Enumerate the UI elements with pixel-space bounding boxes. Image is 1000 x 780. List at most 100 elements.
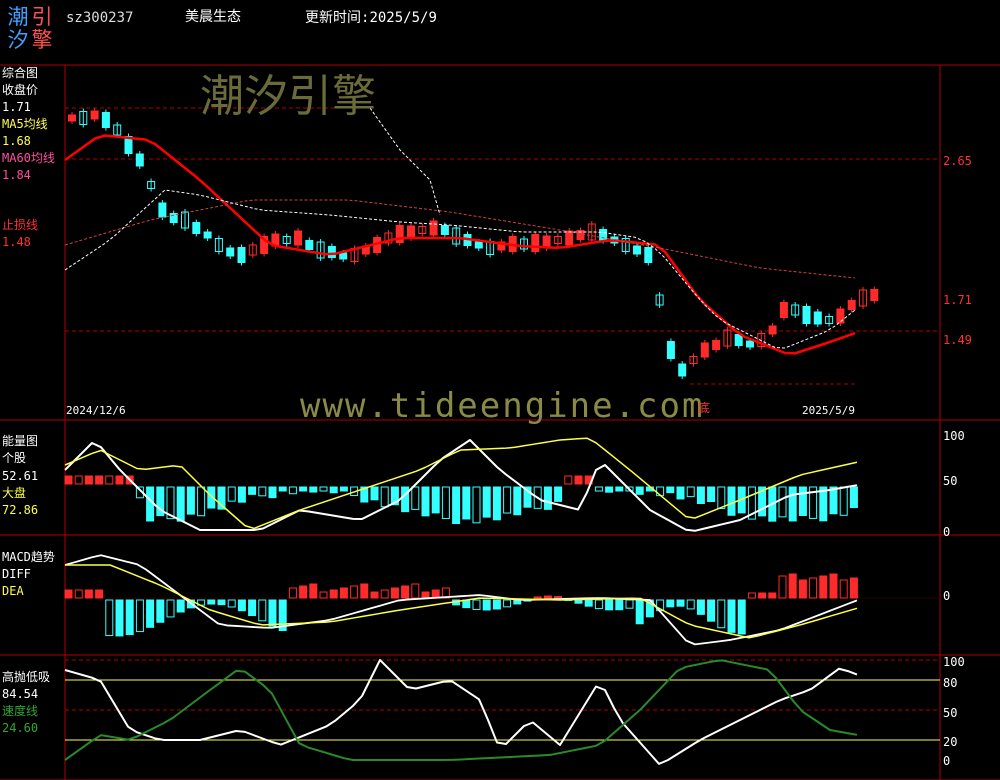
macd-bar	[411, 583, 420, 599]
main-panel-title: 综合图	[2, 66, 39, 80]
energy-bar	[299, 486, 308, 492]
energy-bar	[431, 486, 440, 514]
energy-bar	[462, 486, 471, 520]
energy-bar	[370, 486, 379, 501]
macd-bar	[747, 592, 756, 599]
brand-watermark: 潮汐引擎	[200, 71, 376, 122]
osc-tick: 0	[943, 754, 951, 768]
energy-bar	[186, 486, 195, 515]
energy-bar	[605, 486, 614, 493]
macd-bar	[95, 589, 104, 599]
macd-bar	[849, 577, 858, 599]
macd-bar	[125, 599, 134, 636]
stock-code: sz300237	[66, 10, 134, 26]
market-energy-label: 大盘	[2, 486, 27, 500]
energy-bar	[788, 486, 797, 522]
dea-label: DEA	[2, 584, 24, 598]
macd-bar	[809, 577, 818, 599]
ma60-label: MA60均线	[2, 151, 55, 165]
energy-bar	[176, 486, 185, 522]
macd-bar	[390, 587, 399, 599]
energy-bar	[472, 486, 481, 524]
energy-bar	[839, 486, 848, 516]
stock-name: 美晨生态	[185, 9, 241, 25]
macd-bar	[503, 599, 512, 608]
macd-bar	[166, 599, 175, 618]
macd-panel-title: MACD趋势	[2, 550, 55, 564]
energy-bar	[146, 486, 155, 522]
energy-bar	[441, 486, 450, 519]
macd-bar	[156, 599, 165, 623]
macd-bar	[339, 587, 348, 599]
energy-bar	[829, 486, 838, 515]
macd-bar	[421, 591, 430, 599]
update-date: 2025/5/9	[369, 10, 437, 26]
energy-bar	[452, 486, 461, 525]
macd-bar	[146, 599, 155, 628]
energy-bar	[288, 486, 297, 495]
macd-bar	[778, 575, 787, 599]
ma5-value: 1.68	[2, 134, 31, 148]
date-start: 2024/12/6	[66, 404, 126, 417]
macd-bar	[829, 573, 838, 599]
macd-bar	[605, 599, 614, 611]
speed-label: 速度线	[2, 704, 39, 718]
macd-bar	[288, 587, 297, 599]
macd-bar	[574, 599, 583, 604]
macd-bar	[74, 589, 83, 599]
energy-bar	[248, 486, 257, 495]
macd-bar	[350, 585, 359, 599]
market-energy-value: 72.86	[2, 503, 39, 517]
energy-bar	[543, 486, 552, 510]
macd-bar	[115, 599, 124, 637]
price-tick: 2.65	[943, 154, 972, 168]
macd-bar	[696, 599, 705, 615]
macd-bar	[666, 599, 675, 608]
energy-bar	[686, 486, 695, 498]
macd-bar	[227, 599, 236, 608]
energy-bar	[503, 486, 512, 514]
osc-panel-title: 高抛低吸	[2, 670, 51, 684]
energy-bar	[95, 475, 104, 485]
osc-tick: 100	[943, 655, 965, 669]
stock-energy-value: 52.61	[2, 469, 39, 483]
energy-bar	[339, 486, 348, 492]
osc-line	[64, 659, 858, 765]
macd-bar	[176, 599, 185, 613]
envelope-line	[369, 107, 441, 216]
close-label: 收盘价	[2, 83, 39, 97]
energy-bar	[411, 486, 420, 510]
energy-bar	[278, 486, 287, 492]
macd-bar	[758, 592, 767, 599]
tideengine-logo: 潮引 汐擎	[6, 6, 58, 52]
macd-bar	[737, 599, 746, 635]
energy-bar	[380, 486, 389, 508]
macd-bar	[401, 585, 410, 599]
macd-bar	[554, 596, 563, 599]
energy-bar	[717, 486, 726, 509]
stock-energy-label: 个股	[2, 451, 27, 465]
macd-bar	[819, 575, 828, 599]
macd-bar	[594, 599, 603, 610]
macd-bar	[686, 599, 695, 610]
macd-bar	[584, 599, 593, 607]
energy-panel-title: 能量图	[2, 434, 39, 448]
macd-bar	[370, 591, 379, 599]
macd-bar	[360, 583, 369, 599]
energy-bar	[227, 486, 236, 502]
close-value: 1.71	[2, 100, 31, 114]
speed-value: 24.60	[2, 721, 39, 735]
macd-bar	[319, 591, 328, 599]
energy-bar	[319, 486, 328, 492]
macd-bar	[727, 599, 736, 633]
energy-bar	[115, 475, 124, 485]
date-end: 2025/5/9	[802, 404, 855, 417]
energy-bar	[594, 486, 603, 492]
energy-bar	[197, 486, 206, 517]
energy-bar	[727, 486, 736, 516]
stop-label: 止损线	[2, 218, 39, 232]
ma60-value: 1.84	[2, 168, 31, 182]
macd-bar	[64, 589, 73, 599]
url-watermark: www.tideengine.com	[300, 386, 705, 426]
macd-bar	[788, 573, 797, 599]
